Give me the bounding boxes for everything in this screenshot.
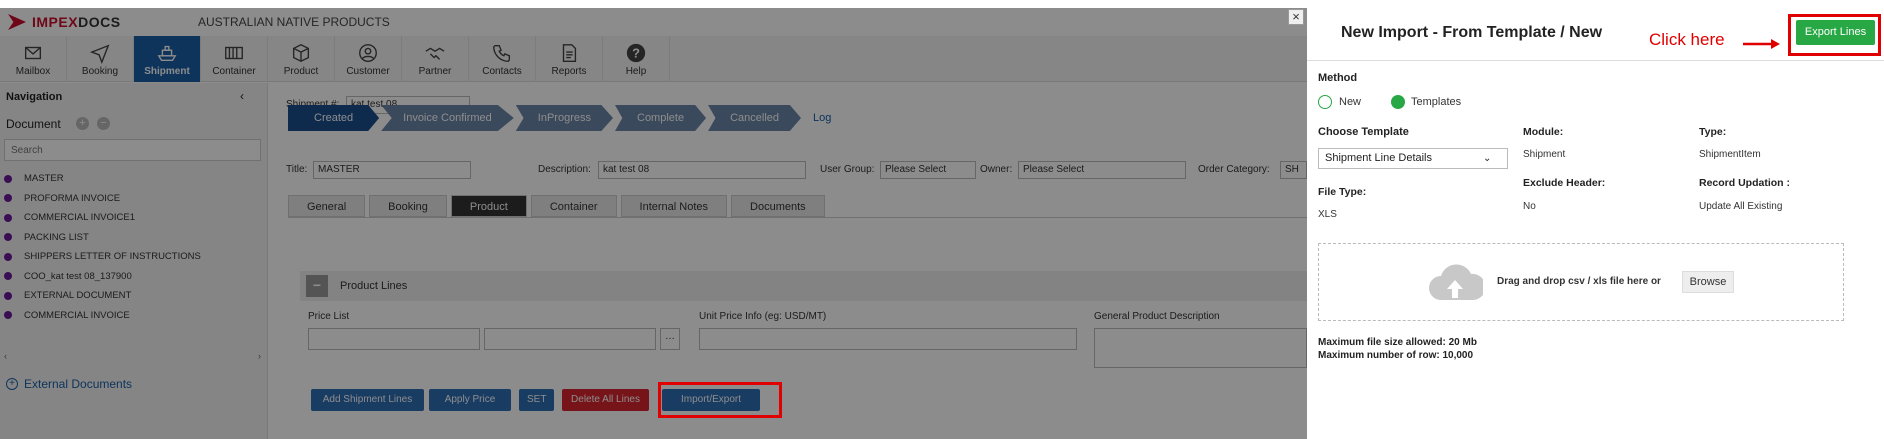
file-drop-zone[interactable]: Drag and drop csv / xls file here or Bro… — [1318, 243, 1844, 321]
record-updation-label: Record Updation : — [1699, 177, 1790, 189]
method-label: Method — [1318, 72, 1358, 84]
drop-instructions: Drag and drop csv / xls file here or — [1497, 276, 1661, 287]
module-value: Shipment — [1523, 149, 1566, 160]
choose-template-select[interactable]: Shipment Line Details — [1318, 148, 1508, 169]
method-templates-label: Templates — [1411, 96, 1462, 108]
method-new-radio[interactable] — [1318, 95, 1332, 109]
method-templates-radio[interactable] — [1391, 95, 1405, 109]
type-label: Type: — [1699, 126, 1727, 138]
browse-button[interactable]: Browse — [1682, 271, 1734, 293]
click-here-annotation: Click here — [1649, 30, 1725, 49]
module-label: Module: — [1523, 126, 1564, 138]
type-value: ShipmentItem — [1699, 149, 1761, 160]
chevron-down-icon: ⌄ — [1483, 153, 1492, 164]
top-strip — [0, 0, 1307, 8]
close-panel-icon[interactable]: × — [1288, 9, 1304, 25]
method-new-label: New — [1339, 96, 1362, 108]
cloud-upload-icon — [1429, 264, 1483, 300]
highlight-export-lines-box — [1788, 14, 1881, 56]
max-rows-note: Maximum number of row: 10,000 — [1318, 350, 1474, 361]
panel-title: New Import - From Template / New — [1341, 24, 1603, 41]
exclude-header-label: Exclude Header: — [1523, 177, 1606, 189]
import-panel: New Import - From Template / New Click h… — [1307, 0, 1884, 439]
app-root: IMPEXDOCS AUSTRALIAN NATIVE PRODUCTS Mai… — [0, 0, 1884, 439]
max-file-size-note: Maximum file size allowed: 20 Mb — [1318, 337, 1477, 348]
arrow-right-icon — [1743, 39, 1780, 49]
exclude-header-value: No — [1523, 201, 1536, 212]
file-type-value: XLS — [1318, 209, 1337, 220]
modal-backdrop[interactable] — [0, 8, 1307, 439]
panel-divider — [1307, 60, 1884, 61]
file-type-label: File Type: — [1318, 186, 1367, 198]
choose-template-label: Choose Template — [1318, 126, 1409, 138]
highlight-import-export-box — [658, 382, 782, 418]
record-updation-value: Update All Existing — [1699, 201, 1783, 212]
